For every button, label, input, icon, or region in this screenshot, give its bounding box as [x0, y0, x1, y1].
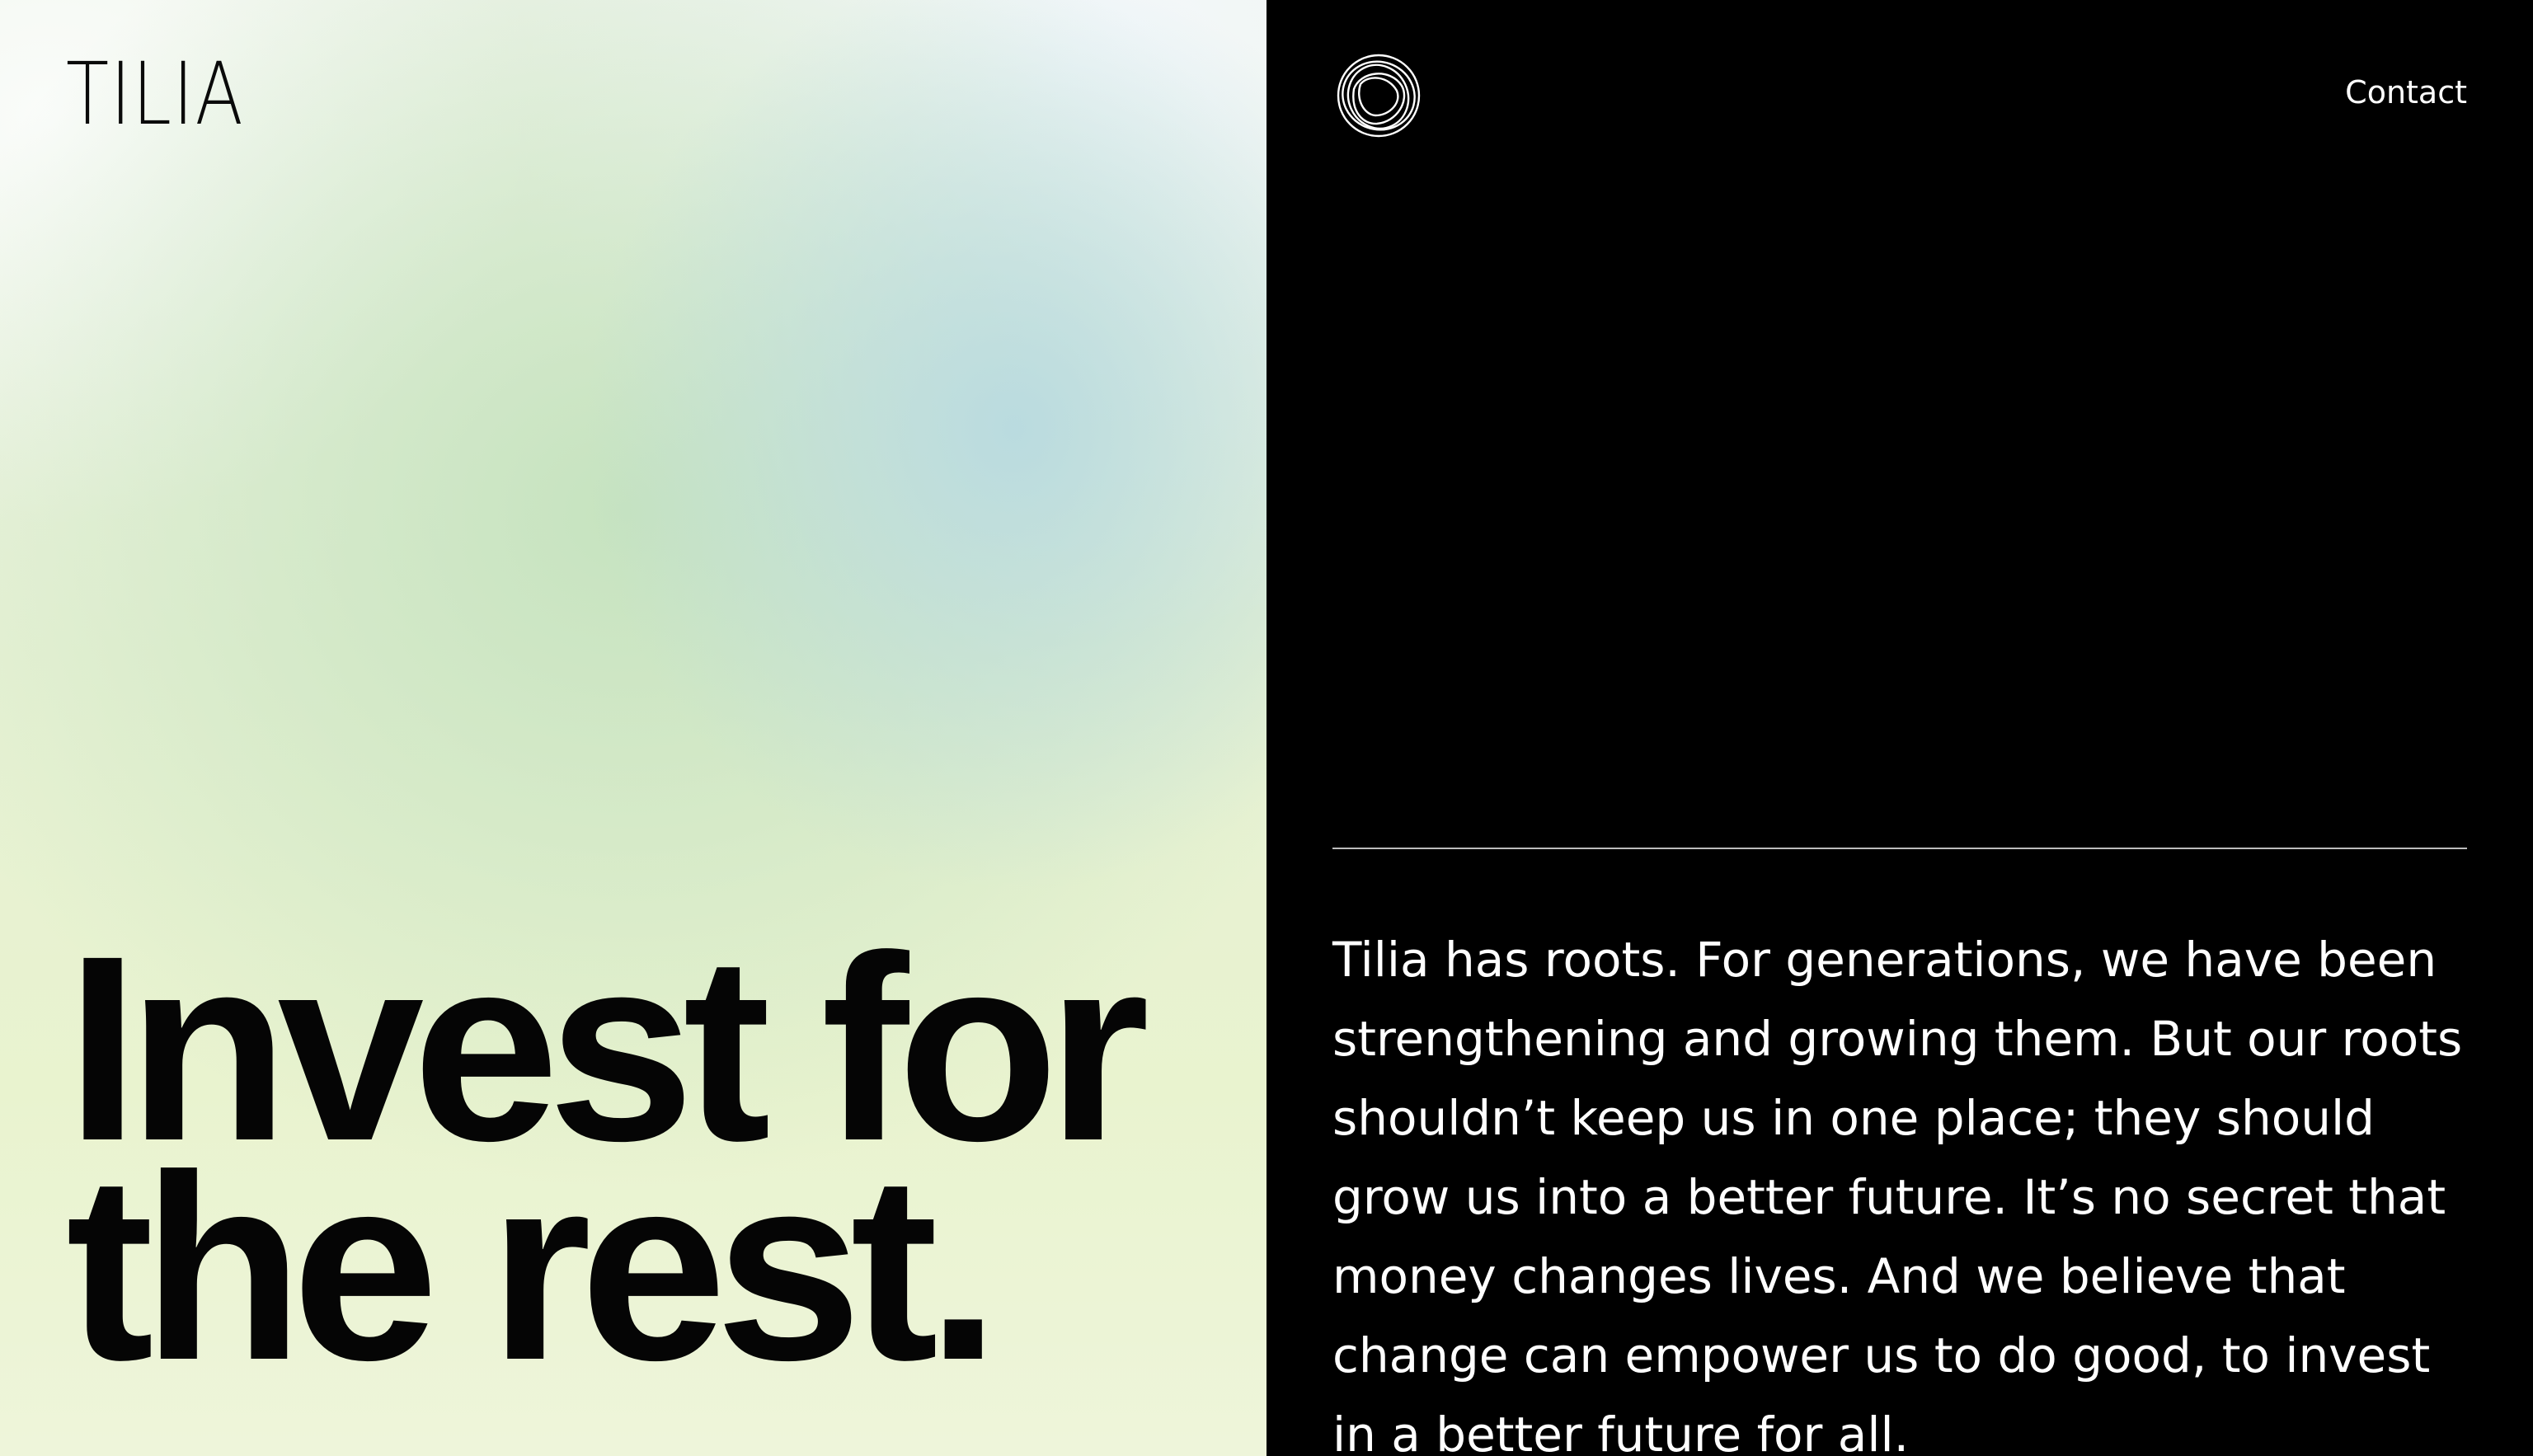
page: TILIA Invest for the rest. Contact Tilia… [0, 0, 2533, 1456]
tilia-wordmark[interactable]: TILIA [66, 51, 244, 137]
hero-panel: TILIA Invest for the rest. [0, 0, 1266, 1456]
section-divider [1332, 848, 2467, 849]
about-paragraph: Tilia has roots. For generations, we hav… [1332, 932, 2463, 1456]
tilia-ring-logo-icon[interactable] [1336, 53, 1422, 139]
hero-headline-line-2: the rest. [66, 1120, 1000, 1415]
hero-headline: Invest for the rest. [66, 916, 1149, 1415]
contact-link[interactable]: Contact [2345, 74, 2467, 110]
